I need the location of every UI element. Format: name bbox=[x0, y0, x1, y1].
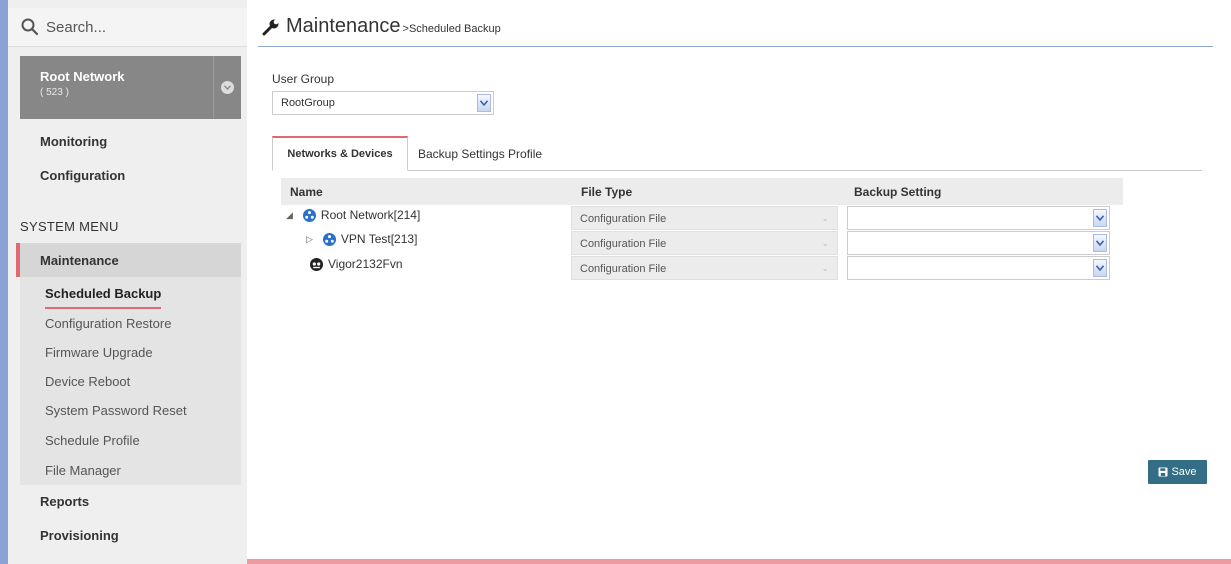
system-menu-heading: SYSTEM MENU bbox=[20, 219, 119, 234]
nav-maintenance-label: Maintenance bbox=[40, 253, 119, 268]
backup-setting-select[interactable] bbox=[847, 256, 1110, 280]
save-icon bbox=[1158, 467, 1168, 477]
network-name: Root Network bbox=[40, 69, 125, 84]
page-title-text: Maintenance bbox=[286, 15, 401, 37]
submenu-firmware-upgrade[interactable]: Firmware Upgrade bbox=[45, 345, 153, 360]
network-toggle-button[interactable] bbox=[213, 56, 241, 119]
save-button[interactable]: Save bbox=[1148, 460, 1207, 484]
table-row-name[interactable]: ◢ Root Network[214] bbox=[286, 208, 420, 222]
chevron-down-icon[interactable] bbox=[1093, 209, 1107, 227]
submenu-file-manager[interactable]: File Manager bbox=[45, 463, 121, 478]
nav-reports[interactable]: Reports bbox=[40, 494, 89, 509]
column-backup-setting: Backup Setting bbox=[854, 185, 942, 199]
title-divider bbox=[258, 46, 1213, 47]
collapse-triangle-icon[interactable]: ◢ bbox=[286, 210, 293, 221]
chevron-down-icon[interactable] bbox=[1093, 259, 1107, 277]
chevron-down-icon: ⌄ bbox=[821, 238, 829, 248]
table-header: Name File Type Backup Setting bbox=[281, 178, 1123, 205]
breadcrumb: >Scheduled Backup bbox=[402, 23, 501, 35]
table-row-name[interactable]: Vigor2132Fvn bbox=[310, 257, 403, 271]
column-file-type: File Type bbox=[581, 185, 633, 199]
chevron-down-icon[interactable] bbox=[477, 94, 491, 112]
wrench-icon bbox=[262, 19, 279, 35]
sidebar-edge bbox=[0, 0, 8, 564]
tabs-divider bbox=[272, 170, 1202, 171]
search-input[interactable]: Search... bbox=[46, 19, 106, 36]
user-group-select[interactable]: RootGroup bbox=[272, 91, 494, 115]
nav-provisioning[interactable]: Provisioning bbox=[40, 528, 119, 543]
chevron-down-icon: ⌄ bbox=[821, 213, 829, 223]
file-type-select: Configuration File ⌄ bbox=[571, 256, 838, 280]
tab-networks-devices[interactable]: Networks & Devices bbox=[272, 136, 408, 171]
search-box[interactable]: Search... bbox=[8, 8, 247, 47]
chevron-down-icon bbox=[221, 81, 234, 94]
active-indicator bbox=[45, 307, 161, 309]
chevron-down-icon[interactable] bbox=[1093, 234, 1107, 252]
submenu-device-reboot[interactable]: Device Reboot bbox=[45, 374, 130, 389]
footer-bar bbox=[247, 559, 1231, 564]
submenu-scheduled-backup[interactable]: Scheduled Backup bbox=[45, 286, 161, 301]
backup-setting-select[interactable] bbox=[847, 231, 1110, 255]
file-type-value: Configuration File bbox=[580, 263, 667, 275]
network-count: ( 523 ) bbox=[40, 87, 69, 98]
nav-maintenance[interactable]: Maintenance bbox=[16, 243, 241, 277]
table-row-name[interactable]: ▷ VPN Test[213] bbox=[306, 232, 417, 246]
row-name-text: Vigor2132Fvn bbox=[328, 257, 403, 271]
expand-triangle-icon[interactable]: ▷ bbox=[306, 234, 313, 245]
user-group-label: User Group bbox=[272, 72, 335, 86]
submenu-schedule-profile[interactable]: Schedule Profile bbox=[45, 433, 140, 448]
save-label: Save bbox=[1171, 466, 1197, 478]
network-icon bbox=[322, 232, 336, 246]
page-title: Maintenance >Scheduled Backup bbox=[262, 15, 501, 38]
network-selector[interactable]: Root Network ( 523 ) bbox=[20, 56, 241, 119]
file-type-value: Configuration File bbox=[580, 238, 667, 250]
column-name: Name bbox=[290, 185, 323, 199]
user-group-value: RootGroup bbox=[281, 97, 335, 109]
submenu-configuration-restore[interactable]: Configuration Restore bbox=[45, 316, 171, 331]
device-icon bbox=[310, 257, 323, 271]
tab-backup-settings-profile[interactable]: Backup Settings Profile bbox=[418, 147, 542, 161]
nav-monitoring[interactable]: Monitoring bbox=[40, 134, 107, 149]
row-name-text: VPN Test[213] bbox=[340, 232, 418, 246]
search-icon bbox=[21, 18, 39, 36]
network-icon bbox=[302, 208, 316, 222]
nav-configuration[interactable]: Configuration bbox=[40, 168, 125, 183]
row-name-text: Root Network[214] bbox=[320, 208, 421, 222]
file-type-select: Configuration File ⌄ bbox=[571, 231, 838, 255]
file-type-value: Configuration File bbox=[580, 213, 667, 225]
submenu-system-password-reset[interactable]: System Password Reset bbox=[45, 403, 187, 418]
backup-setting-select[interactable] bbox=[847, 206, 1110, 230]
chevron-down-icon: ⌄ bbox=[821, 263, 829, 273]
file-type-select: Configuration File ⌄ bbox=[571, 206, 838, 230]
